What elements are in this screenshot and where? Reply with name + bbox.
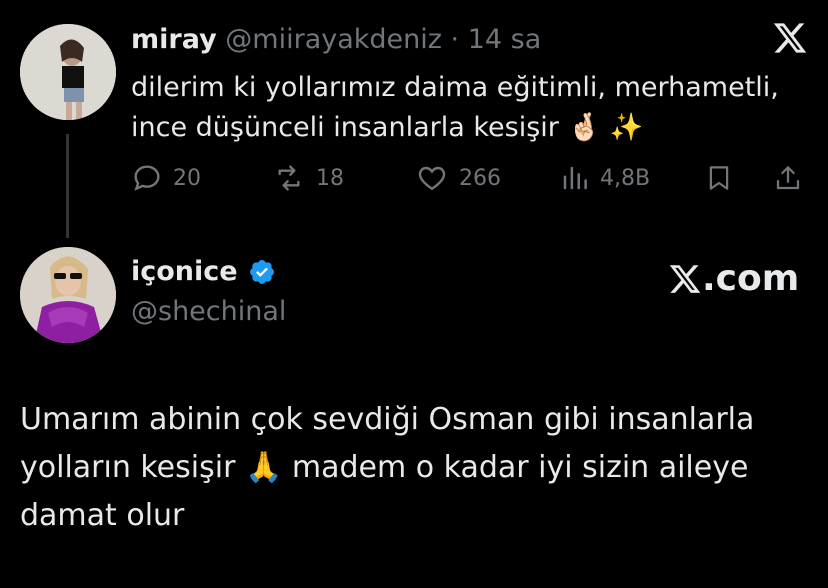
x-com-domain: .com [702, 258, 800, 299]
reply-icon [134, 165, 160, 191]
views-chart-icon [563, 166, 587, 190]
tweet2-author-name[interactable]: içonice [131, 256, 238, 287]
x-com-watermark: .com [668, 258, 799, 299]
like-count: 266 [459, 165, 501, 191]
share-icon [776, 166, 800, 190]
share-button[interactable] [773, 162, 803, 194]
like-button[interactable]: 266 [415, 162, 501, 194]
tweet1-actions: 20 18 266 4,8B [0, 162, 828, 198]
tweet1-author-name[interactable]: miray [131, 24, 217, 55]
tweet1-body: dilerim ki yollarımız daima eğitimli, me… [131, 72, 779, 143]
view-count: 4,8B [600, 165, 651, 191]
reply-button[interactable]: 20 [131, 162, 201, 194]
heart-icon [418, 166, 446, 191]
avatar-iconice[interactable] [20, 247, 116, 343]
tweet1-text: dilerim ki yollarımız daima eğitimli, me… [131, 68, 801, 148]
reply-count: 20 [173, 165, 201, 191]
tweet2-text: Umarım abinin çok sevdiği Osman gibi ins… [20, 396, 810, 540]
tweet1-separator: · [450, 24, 460, 55]
tweet2-author: içonice [131, 256, 276, 287]
x-logo-icon [773, 23, 807, 53]
tweet1-emojis: 🤞🏻 ✨ [567, 112, 644, 143]
x-logo-watermark-icon [669, 264, 701, 293]
bookmark-icon [709, 166, 729, 190]
bookmark-button[interactable] [704, 162, 734, 194]
tweet1-time[interactable]: 14 sa [468, 24, 542, 55]
views-button[interactable]: 4,8B [560, 162, 650, 194]
tweet1-header: miray @miirayakdeniz · 14 sa [131, 24, 541, 55]
repost-button[interactable]: 18 [272, 162, 344, 194]
avatar-miray[interactable] [20, 24, 116, 120]
verified-badge-icon [249, 259, 274, 284]
tweet1-author-handle[interactable]: @miirayakdeniz [225, 24, 442, 55]
repost-count: 18 [316, 165, 344, 191]
pray-emoji: 🙏 [244, 450, 283, 485]
tweet2-author-handle[interactable]: @shechinal [131, 296, 286, 327]
repost-icon [278, 165, 300, 191]
